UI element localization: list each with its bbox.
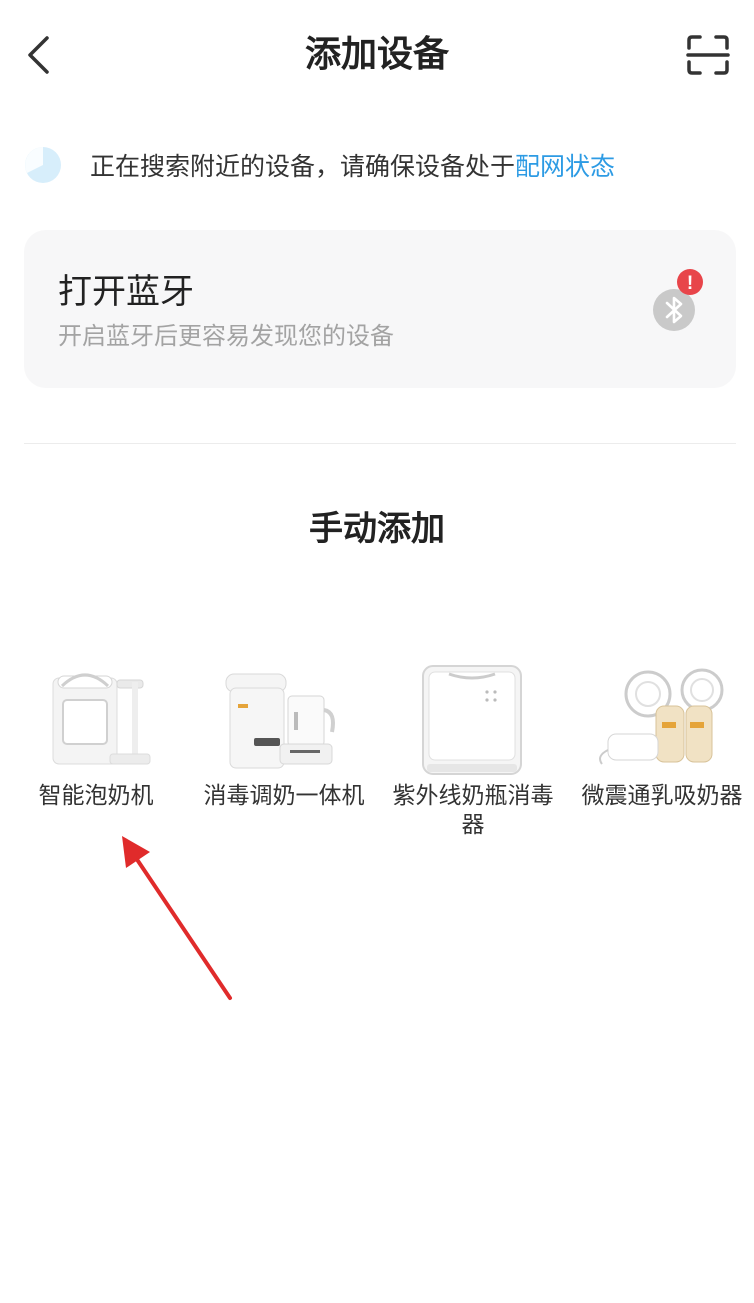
manual-add-title: 手动添加 xyxy=(309,509,445,549)
loading-spinner-icon xyxy=(25,147,61,183)
device-label: 微震通乳吸奶器 xyxy=(581,783,743,809)
device-label: 紫外线奶瓶消毒器 xyxy=(392,783,554,838)
bluetooth-card-subtitle: 开启蓝牙后更容易发现您的设备 xyxy=(58,322,394,350)
search-status: 正在搜索附近的设备，请确保设备处于 配网状态 xyxy=(24,142,744,188)
sterilizer-kettle-icon xyxy=(225,673,335,769)
network-config-link[interactable]: 配网状态 xyxy=(515,147,615,183)
device-formula-dispenser[interactable]: 智能泡奶机 xyxy=(6,660,186,850)
warning-badge-icon: ! xyxy=(677,269,703,295)
bluetooth-card-title: 打开蓝牙 xyxy=(58,272,194,312)
device-uv-sterilizer[interactable]: 紫外线奶瓶消毒器 xyxy=(383,660,563,850)
header-bar: 添加设备 xyxy=(0,0,754,110)
device-breast-pump[interactable]: 微震通乳吸奶器 xyxy=(572,660,752,850)
section-divider xyxy=(24,443,736,444)
device-label: 智能泡奶机 xyxy=(38,783,154,809)
warning-badge-text: ! xyxy=(687,273,693,294)
scan-icon xyxy=(686,35,730,75)
uv-sterilizer-icon xyxy=(422,665,522,775)
device-sterilizer-kettle[interactable]: 消毒调奶一体机 xyxy=(194,660,374,850)
breast-pump-icon xyxy=(599,668,724,765)
formula-dispenser-icon xyxy=(52,673,151,765)
scan-button[interactable] xyxy=(686,34,730,76)
search-status-text: 正在搜索附近的设备，请确保设备处于 xyxy=(90,152,516,181)
device-label: 消毒调奶一体机 xyxy=(203,783,365,809)
enable-bluetooth-card[interactable]: 打开蓝牙 开启蓝牙后更容易发现您的设备 ! xyxy=(24,230,736,388)
page-title: 添加设备 xyxy=(304,34,449,75)
annotation-arrow-icon xyxy=(122,836,232,1000)
